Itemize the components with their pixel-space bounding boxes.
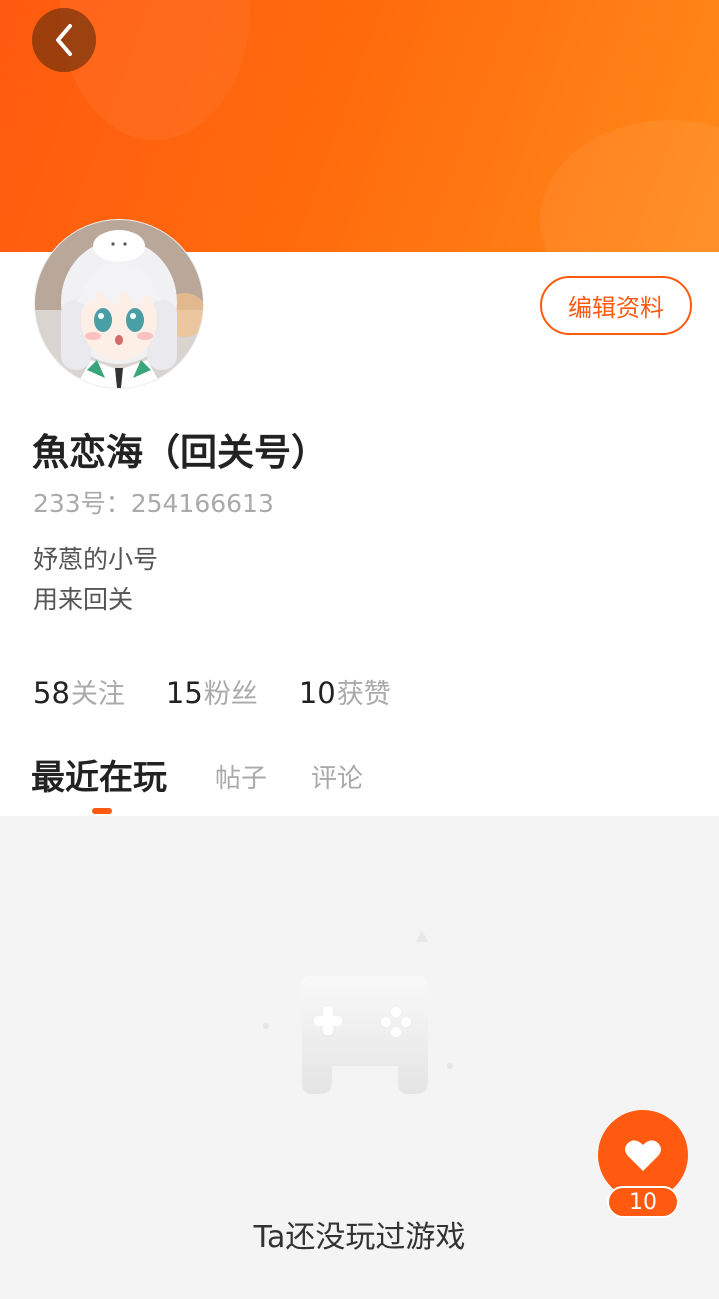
edit-profile-button[interactable]: 编辑资料: [540, 276, 692, 335]
heart-icon: [625, 1140, 661, 1171]
account-id-label: 233号：: [33, 489, 131, 518]
bio-line: 用来回关: [33, 585, 134, 614]
gamepad-icon: [262, 926, 458, 1106]
account-id-value: 254166613: [130, 489, 274, 518]
tab-content: Ta还没玩过游戏: [0, 816, 719, 1299]
profile-tabs: 最近在玩 帖子 评论: [0, 740, 719, 816]
empty-state-text: Ta还没玩过游戏: [253, 1220, 466, 1255]
profile-banner: [0, 0, 719, 252]
account-id: 233号：254166613: [33, 484, 274, 520]
profile-nickname: 魚恋海（回关号）: [32, 431, 328, 474]
profile-stats: 58 关注 15 粉丝 10 获赞: [33, 672, 432, 711]
tab-comments[interactable]: 评论: [311, 758, 363, 795]
stat-likes-count: 10: [298, 676, 336, 710]
stat-fans-label: 粉丝: [203, 679, 258, 710]
active-tab-indicator: [92, 808, 112, 814]
tab-recently-played[interactable]: 最近在玩: [31, 750, 167, 799]
bio-line: 妤蒽的小号: [33, 545, 159, 574]
stat-likes-label: 获赞: [336, 679, 391, 710]
stat-following[interactable]: 58 关注: [33, 672, 125, 711]
stat-likes[interactable]: 10 获赞: [299, 672, 391, 711]
tab-posts[interactable]: 帖子: [215, 758, 267, 795]
stat-fans-count: 15: [165, 676, 203, 710]
like-count-badge: 10: [607, 1186, 679, 1218]
avatar[interactable]: [35, 220, 203, 388]
banner-decoration: [540, 120, 719, 252]
stat-following-count: 58: [33, 676, 70, 710]
profile-bio: 妤蒽的小号 用来回关: [33, 540, 158, 620]
chevron-left-icon: [56, 24, 72, 56]
back-button[interactable]: [32, 8, 96, 72]
stat-fans[interactable]: 15 粉丝: [166, 672, 258, 711]
stat-following-label: 关注: [70, 679, 125, 710]
